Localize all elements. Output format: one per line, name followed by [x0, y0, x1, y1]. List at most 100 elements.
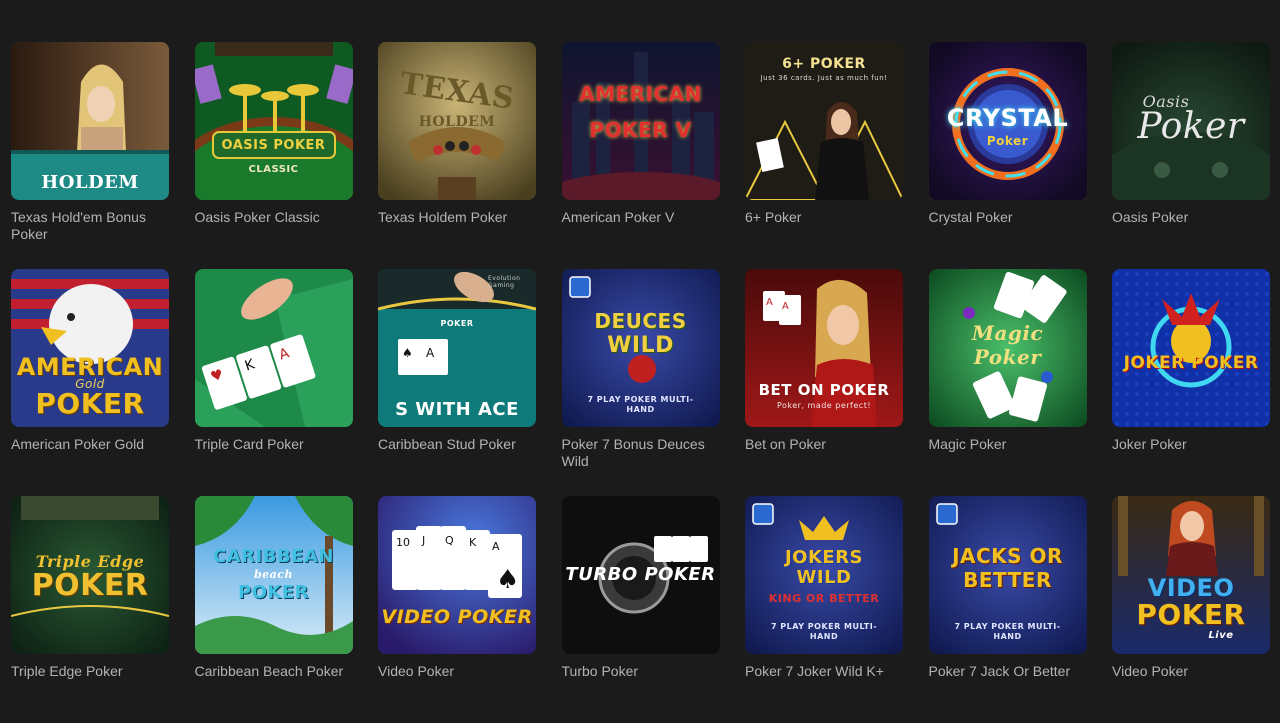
thumbnail-art-subtext2: beach	[253, 568, 293, 581]
game-thumbnail[interactable]: TURBO POKER	[561, 496, 720, 654]
game-thumbnail[interactable]: CARIBBEAN beach POKER	[194, 496, 353, 654]
game-title[interactable]: Joker Poker	[1112, 436, 1270, 453]
svg-text:10: 10	[396, 536, 410, 549]
game-thumbnail[interactable]: DEUCES WILD 7 PLAY POKER MULTI-HAND	[561, 269, 720, 427]
game-tile[interactable]: Oasis Poker Oasis Poker	[1112, 42, 1270, 269]
thumbnail-art-footer: 7 PLAY POKER MULTI-HAND	[954, 622, 1061, 641]
thumbnail-art-text: CARIBBEAN	[213, 546, 334, 567]
game-thumbnail[interactable]: Oasis Poker	[1112, 42, 1270, 200]
thumbnail-art-subtext: WILD	[607, 333, 674, 358]
game-title[interactable]: Texas Holdem Poker	[378, 209, 536, 226]
game-title[interactable]: Poker 7 Jack Or Better	[929, 663, 1087, 680]
game-thumbnail[interactable]: OASIS POKER CLASSIC	[194, 42, 353, 200]
game-title[interactable]: 6+ Poker	[745, 209, 903, 226]
game-thumbnail[interactable]: A A BET ON POKER Poker, made perfect!	[745, 269, 903, 427]
thumbnail-art-subtext: POKER V	[589, 118, 692, 142]
svg-text:♠: ♠	[496, 565, 519, 595]
svg-text:K: K	[469, 536, 477, 549]
game-title[interactable]: Caribbean Beach Poker	[195, 663, 353, 680]
game-thumbnail[interactable]: CRYSTAL Poker	[928, 42, 1087, 200]
game-tile[interactable]: AMERICAN POKER V American Poker V	[561, 42, 720, 269]
game-title[interactable]: Triple Card Poker	[195, 436, 353, 453]
game-thumbnail[interactable]: VIDEO POKER Live	[1112, 496, 1270, 654]
game-tile[interactable]: CARIBBEAN beach POKER Caribbean Beach Po…	[194, 496, 353, 723]
game-tile[interactable]: JOKERS WILD KING OR BETTER 7 PLAY POKER …	[745, 496, 903, 723]
game-tile[interactable]: ♥ K A Triple Card Poker	[194, 269, 353, 496]
game-tile[interactable]: JOKER POKER Joker Poker	[1112, 269, 1270, 496]
thumbnail-art-subtext: POKER	[440, 319, 474, 328]
game-tile[interactable]: VIDEO POKER Live Video Poker	[1112, 496, 1270, 723]
thumbnail-art-text: DEUCES	[594, 309, 687, 333]
game-tile[interactable]: CRYSTAL Poker Crystal Poker	[928, 42, 1087, 269]
thumbnail-art-subtext2: Live	[1208, 630, 1234, 641]
thumbnail-art-subtext: Poker	[986, 134, 1029, 148]
game-title[interactable]: Texas Hold'em Bonus Poker	[11, 209, 169, 243]
game-title[interactable]: Video Poker	[1112, 663, 1270, 680]
game-thumbnail[interactable]: HOLDEM	[11, 42, 169, 200]
game-thumbnail[interactable]: JOKERS WILD KING OR BETTER 7 PLAY POKER …	[745, 496, 903, 654]
thumbnail-art-subtext: POKER	[1136, 598, 1246, 631]
game-title[interactable]: Crystal Poker	[929, 209, 1087, 226]
game-tile[interactable]: TEXAS HOLDEM Texas Holdem Poker	[378, 42, 536, 269]
game-title[interactable]: Caribbean Stud Poker	[378, 436, 536, 453]
svg-text:Q: Q	[445, 534, 454, 547]
games-grid: HOLDEM Texas Hold'em Bonus Poker OASIS P…	[11, 42, 1270, 723]
game-thumbnail[interactable]: 10 J Q K A ♠ VIDEO POKER	[378, 496, 536, 654]
thumbnail-art-subtext: Poker	[1137, 106, 1245, 147]
game-tile[interactable]: AMERICAN Gold POKER American Poker Gold	[11, 269, 169, 496]
svg-text:J: J	[421, 534, 425, 547]
game-tile[interactable]: HOLDEM Texas Hold'em Bonus Poker	[11, 42, 169, 269]
game-title[interactable]: Bet on Poker	[745, 436, 903, 453]
thumbnail-art-text: VIDEO POKER	[381, 606, 533, 628]
svg-text:A: A	[426, 346, 435, 360]
game-tile[interactable]: OASIS POKER CLASSIC Oasis Poker Classic	[194, 42, 353, 269]
game-tile[interactable]: Triple Edge POKER Triple Edge Poker	[11, 496, 169, 723]
game-thumbnail[interactable]: ♠ A POKER S WITH ACE Evolution Gaming	[378, 269, 536, 427]
thumbnail-art-text: HOLDEM	[41, 172, 139, 193]
svg-text:A: A	[766, 297, 773, 308]
game-thumbnail[interactable]: Magic Poker	[928, 269, 1087, 427]
thumbnail-art-subtext: POKER	[35, 387, 145, 420]
game-title[interactable]: Triple Edge Poker	[11, 663, 169, 680]
thumbnail-art-text: OASIS POKER	[221, 138, 326, 153]
game-thumbnail[interactable]: 6+ POKER Just 36 cards. Just as much fun…	[745, 42, 903, 200]
game-thumbnail[interactable]: JACKS OR BETTER 7 PLAY POKER MULTI-HAND	[928, 496, 1087, 654]
game-tile[interactable]: 10 J Q K A ♠ VIDEO POKER Video Poker	[378, 496, 536, 723]
thumbnail-art-subtext: Poker, made perfect!	[776, 401, 872, 410]
game-title[interactable]: American Poker V	[562, 209, 720, 226]
game-thumbnail[interactable]: ♥ K A	[194, 269, 353, 427]
thumbnail-art-footer: 7 PLAY POKER MULTI-HAND	[587, 395, 694, 414]
svg-text:♠: ♠	[402, 346, 413, 360]
game-title[interactable]: Poker 7 Joker Wild K+	[745, 663, 903, 680]
game-thumbnail[interactable]: AMERICAN POKER V	[561, 42, 720, 200]
game-tile[interactable]: DEUCES WILD 7 PLAY POKER MULTI-HAND Poke…	[561, 269, 720, 496]
thumbnail-art-subtext: HOLDEM	[418, 114, 496, 130]
game-thumbnail[interactable]: Triple Edge POKER	[11, 496, 169, 654]
svg-text:A: A	[782, 301, 789, 312]
thumbnail-art-subtext: Poker	[973, 345, 1042, 369]
game-tile[interactable]: JACKS OR BETTER 7 PLAY POKER MULTI-HAND …	[928, 496, 1087, 723]
game-tile[interactable]: ♠ A POKER S WITH ACE Evolution Gaming Ca…	[378, 269, 536, 496]
thumbnail-art-subtext: POKER	[237, 582, 310, 603]
game-thumbnail[interactable]: JOKER POKER	[1112, 269, 1270, 427]
thumbnail-art-subtext: KING OR BETTER	[768, 592, 880, 605]
svg-text:A: A	[492, 540, 500, 553]
thumbnail-art-text: AMERICAN	[579, 82, 702, 106]
game-tile[interactable]: A A BET ON POKER Poker, made perfect! Be…	[745, 269, 903, 496]
game-thumbnail[interactable]: AMERICAN Gold POKER	[11, 269, 169, 427]
thumbnail-art-text: CRYSTAL	[946, 104, 1069, 132]
game-title[interactable]: Oasis Poker Classic	[195, 209, 353, 226]
game-title[interactable]: Oasis Poker	[1112, 209, 1270, 226]
game-title[interactable]: American Poker Gold	[11, 436, 169, 453]
game-thumbnail[interactable]: TEXAS HOLDEM	[378, 42, 536, 200]
thumbnail-art-text: TURBO POKER	[565, 564, 716, 585]
game-tile[interactable]: 6+ POKER Just 36 cards. Just as much fun…	[745, 42, 903, 269]
thumbnail-art-text: JOKERS WILD	[784, 547, 864, 588]
game-tile[interactable]: Magic Poker Magic Poker	[928, 269, 1087, 496]
game-title[interactable]: Magic Poker	[929, 436, 1087, 453]
thumbnail-art-footer: 7 PLAY POKER MULTI-HAND	[770, 622, 878, 641]
game-tile[interactable]: TURBO POKER Turbo Poker	[561, 496, 720, 723]
game-title[interactable]: Video Poker	[378, 663, 536, 680]
game-title[interactable]: Turbo Poker	[562, 663, 720, 680]
game-title[interactable]: Poker 7 Bonus Deuces Wild	[562, 436, 720, 470]
